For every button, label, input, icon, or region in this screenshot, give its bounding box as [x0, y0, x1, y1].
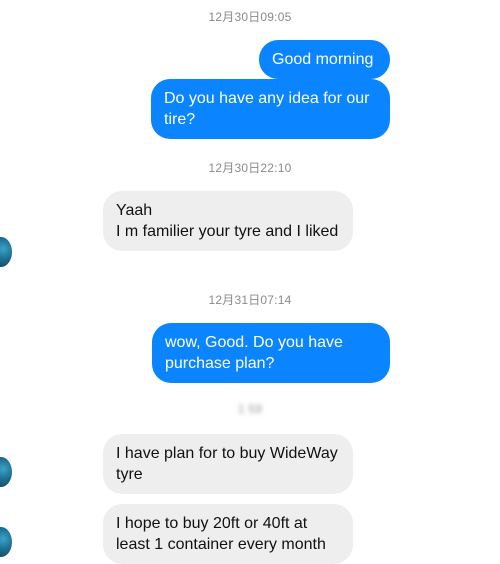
contact-avatar[interactable]: [0, 457, 12, 487]
outgoing-message-bubble[interactable]: Do you have any idea for our tire?: [151, 79, 390, 139]
message-timestamp: 12月31日07:14: [208, 293, 292, 307]
message-timestamp: 12月30日09:05: [208, 10, 292, 24]
incoming-message-bubble[interactable]: I hope to buy 20ft or 40ft at least 1 co…: [103, 504, 353, 564]
outgoing-message-bubble[interactable]: Good morning: [259, 40, 390, 79]
message-timestamp: 12月30日22:10: [208, 161, 292, 175]
contact-avatar[interactable]: [0, 527, 12, 557]
incoming-message-bubble[interactable]: Yaah I m familier your tyre and I liked: [103, 191, 353, 251]
message-timestamp: 1 59: [237, 402, 263, 416]
contact-avatar[interactable]: [0, 237, 12, 267]
incoming-message-bubble[interactable]: I have plan for to buy WideWay tyre: [103, 434, 353, 494]
outgoing-message-bubble[interactable]: wow, Good. Do you have purchase plan?: [152, 323, 390, 383]
